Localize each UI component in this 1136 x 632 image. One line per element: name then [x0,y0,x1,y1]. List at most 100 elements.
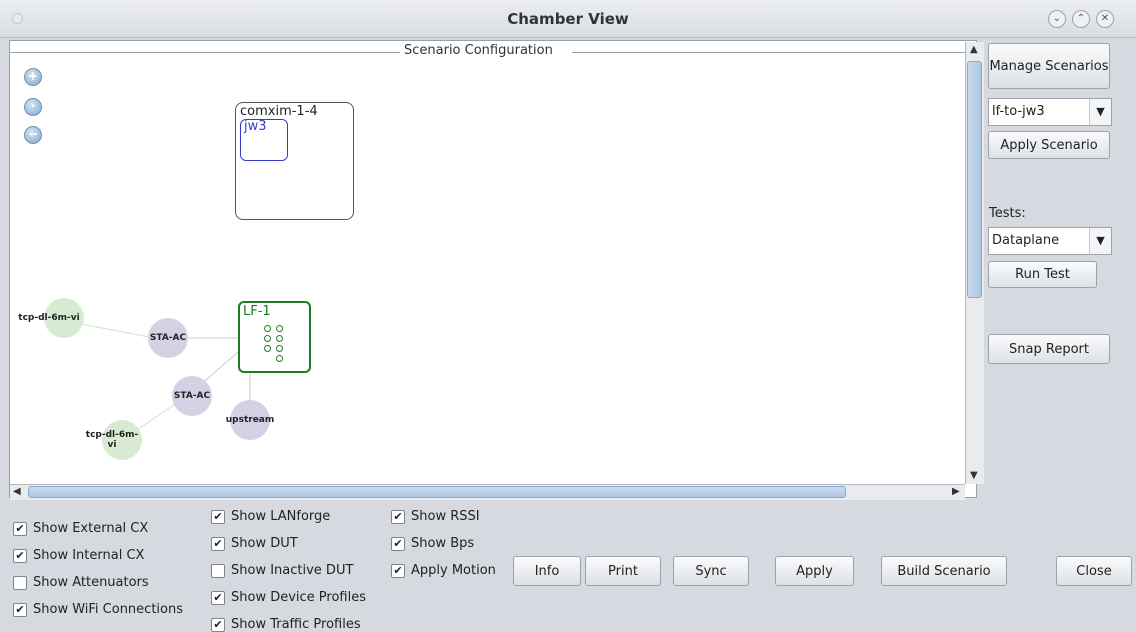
show-wifi-connections-label: Show WiFi Connections [33,602,183,617]
scroll-right-icon[interactable]: ▶ [952,486,960,497]
show-inactive-dut-label: Show Inactive DUT [231,563,354,578]
show-attenuators-checkbox[interactable]: Show Attenuators [13,575,149,590]
sta-node-top[interactable]: STA-AC [148,318,188,358]
port-icon[interactable] [264,335,271,342]
checkmark-icon: ✔ [13,602,27,617]
show-external-cx-label: Show External CX [33,521,149,536]
cx-node-bottom-label: tcp-dl-6m-vi [85,430,139,450]
port-icon[interactable] [276,325,283,332]
show-rssi-checkbox[interactable]: ✔ Show RSSI [391,509,480,524]
snap-report-label: Snap Report [1009,341,1089,357]
checkmark-icon: ✔ [211,617,225,632]
checkmark-icon: ✔ [211,590,225,605]
apply-scenario-button[interactable]: Apply Scenario [988,131,1110,159]
scenario-select[interactable]: lf-to-jw3 ▼ [988,98,1112,126]
port-icon[interactable] [276,355,283,362]
show-bps-label: Show Bps [411,536,475,551]
checkmark-icon: ✔ [211,536,225,551]
title-bar: Chamber View ⌄ ⌃ ✕ [0,0,1136,38]
show-lanforge-checkbox[interactable]: ✔ Show LANforge [211,509,330,524]
upstream-node-label: upstream [225,415,275,425]
comxim-label: comxim-1-4 [240,104,318,119]
apply-motion-label: Apply Motion [411,563,496,578]
apply-motion-checkbox[interactable]: ✔ Apply Motion [391,563,496,578]
show-inactive-dut-checkbox[interactable]: Show Inactive DUT [211,563,353,578]
sync-label: Sync [695,563,727,579]
scroll-down-icon[interactable]: ▼ [970,470,978,481]
port-icon[interactable] [264,345,271,352]
sta-node-top-label: STA-AC [149,333,187,343]
port-icon[interactable] [276,335,283,342]
show-attenuators-label: Show Attenuators [33,575,149,590]
tests-select-value: Dataplane [992,233,1060,248]
show-external-cx-checkbox[interactable]: ✔ Show External CX [13,521,148,536]
build-scenario-label: Build Scenario [897,563,991,579]
sta-node-bottom[interactable]: STA-AC [172,376,212,416]
show-traffic-profiles-checkbox[interactable]: ✔ Show Traffic Profiles [211,617,361,632]
checkbox-empty-icon [211,563,225,578]
build-scenario-button[interactable]: Build Scenario [881,556,1007,586]
show-device-profiles-label: Show Device Profiles [231,590,366,605]
scroll-up-icon[interactable]: ▲ [970,44,978,55]
checkmark-icon: ✔ [13,521,27,536]
connection-lines [49,317,255,441]
window-title: Chamber View [507,10,629,28]
print-label: Print [608,563,638,579]
show-lanforge-label: Show LANforge [231,509,331,524]
sta-node-bottom-label: STA-AC [173,391,211,401]
lf-1-box[interactable]: LF-1 [238,301,311,373]
run-test-button[interactable]: Run Test [988,261,1097,288]
snap-report-button[interactable]: Snap Report [988,334,1110,364]
scenario-canvas[interactable]: + · − comxim-1-4 jw3 LF-1 tcp-dl-6m-vi S… [14,62,964,482]
tests-label: Tests: [989,206,1026,221]
scenario-select-value: lf-to-jw3 [992,104,1045,119]
apply-scenario-label: Apply Scenario [1000,137,1098,153]
comxim-box[interactable]: comxim-1-4 jw3 [235,102,354,220]
show-dut-checkbox[interactable]: ✔ Show DUT [211,536,298,551]
close-window-icon[interactable]: ✕ [1096,10,1114,28]
show-wifi-connections-checkbox[interactable]: ✔ Show WiFi Connections [13,602,183,617]
checkmark-icon: ✔ [391,563,405,578]
chevron-down-icon[interactable]: ▼ [1089,228,1111,254]
legend-rule-right [572,52,965,53]
info-label: Info [534,563,560,579]
maximize-icon[interactable]: ⌃ [1072,10,1090,28]
checkmark-icon: ✔ [211,509,225,524]
show-rssi-label: Show RSSI [411,509,480,524]
checkmark-icon: ✔ [391,536,405,551]
dut-jw3-label: jw3 [244,119,267,134]
sync-button[interactable]: Sync [673,556,749,586]
show-device-profiles-checkbox[interactable]: ✔ Show Device Profiles [211,590,366,605]
checkmark-icon: ✔ [13,548,27,563]
chevron-down-icon[interactable]: ▼ [1089,99,1111,125]
cx-node-top[interactable]: tcp-dl-6m-vi [18,298,84,338]
show-internal-cx-checkbox[interactable]: ✔ Show Internal CX [13,548,144,563]
dut-jw3-box[interactable]: jw3 [240,119,288,161]
close-button[interactable]: Close [1056,556,1132,586]
legend-rule-left [10,52,400,53]
show-internal-cx-label: Show Internal CX [33,548,145,563]
cx-node-bottom[interactable]: tcp-dl-6m-vi [86,420,142,460]
show-bps-checkbox[interactable]: ✔ Show Bps [391,536,474,551]
vertical-scroll-thumb[interactable] [967,61,982,298]
port-icon[interactable] [264,325,271,332]
lf-1-label: LF-1 [243,304,271,319]
apply-button[interactable]: Apply [775,556,854,586]
run-test-label: Run Test [1015,267,1070,282]
manage-scenarios-label: Manage Scenarios [989,58,1109,74]
minimize-icon[interactable]: ⌄ [1048,10,1066,28]
show-traffic-profiles-label: Show Traffic Profiles [231,617,361,632]
info-button[interactable]: Info [513,556,581,586]
port-icon[interactable] [276,345,283,352]
close-label: Close [1076,563,1112,579]
tests-select[interactable]: Dataplane ▼ [988,227,1112,255]
print-button[interactable]: Print [585,556,661,586]
horizontal-scroll-thumb[interactable] [28,486,846,498]
manage-scenarios-button[interactable]: Manage Scenarios [988,43,1110,89]
apply-label: Apply [796,563,833,579]
cx-node-top-label: tcp-dl-6m-vi [18,313,80,323]
checkbox-empty-icon [13,575,27,590]
scroll-left-icon[interactable]: ◀ [13,486,21,497]
upstream-node[interactable]: upstream [226,400,274,440]
checkmark-icon: ✔ [391,509,405,524]
